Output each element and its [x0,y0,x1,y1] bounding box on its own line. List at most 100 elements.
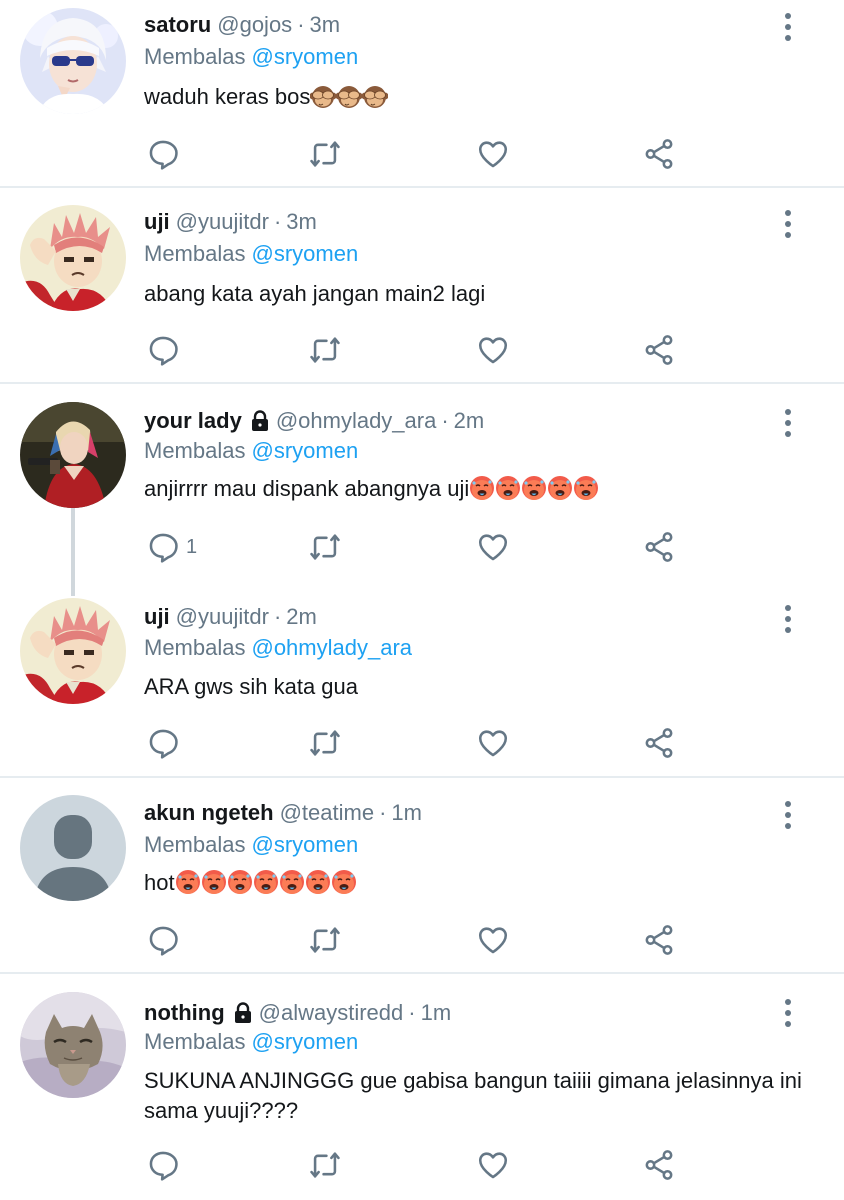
timestamp[interactable]: 2m [286,602,317,632]
tweet-text: waduh keras bos [144,82,804,112]
display-name[interactable]: nothing [144,998,225,1028]
more-vertical-icon[interactable] [776,12,800,42]
display-name[interactable]: uji [144,602,170,632]
display-name[interactable]: akun ngeteh [144,798,274,828]
reply-count: 1 [186,535,198,558]
user-handle[interactable]: @alwaystiredd [259,998,404,1028]
hot-face-emoji [305,870,330,894]
retweet-button[interactable] [308,725,342,761]
like-button[interactable] [476,725,510,761]
share-button[interactable] [642,332,676,368]
like-button[interactable] [476,136,510,172]
see-no-evil-monkey-emoji [336,86,363,108]
more-vertical-icon[interactable] [776,209,800,239]
reply-button[interactable] [146,1147,186,1183]
reply-button[interactable] [146,725,186,761]
like-button[interactable] [476,529,510,565]
tweet-header: uji @yuujitdr · 3m [144,207,317,237]
display-name[interactable]: your lady [144,406,242,436]
mention-link[interactable]: @sryomen [251,44,358,69]
heart-icon [478,534,508,561]
avatar[interactable] [20,598,126,704]
tweet[interactable]: satoru @gojos · 3m Membalas @sryomen wadu… [0,0,844,186]
share-button[interactable] [642,1147,676,1183]
user-handle[interactable]: @gojos [217,10,292,40]
avatar[interactable] [20,992,126,1098]
share-button[interactable] [642,529,676,565]
hot-face-emoji [175,870,200,894]
timestamp[interactable]: 3m [286,207,317,237]
share-button[interactable] [642,922,676,958]
avatar[interactable] [20,402,126,508]
separator: · [297,12,305,37]
replying-to: Membalas @sryomen [144,830,358,860]
share-icon [645,925,673,955]
retweet-button[interactable] [308,922,342,958]
user-handle[interactable]: @ohmylady_ara [276,406,437,436]
avatar[interactable] [20,205,126,311]
user-handle[interactable]: @yuujitdr [176,207,269,237]
tweet-header: akun ngeteh @teatime · 1m [144,798,422,828]
reply-icon [149,1151,178,1181]
avatar[interactable] [20,8,126,114]
separator: · [379,800,387,825]
reply-prefix: Membalas [144,241,246,266]
mention-link[interactable]: @sryomen [251,832,358,857]
timestamp[interactable]: 1m [391,798,422,828]
replying-to: Membalas @sryomen [144,42,358,72]
retweet-button[interactable] [308,332,342,368]
timestamp[interactable]: 2m [454,406,485,436]
tweet[interactable]: your lady @ohmylady_ara · 2m Membalas @sr… [0,384,844,580]
action-bar [0,136,844,172]
reply-button[interactable] [146,136,186,172]
retweet-button[interactable] [308,136,342,172]
user-handle[interactable]: @teatime [280,798,374,828]
tweet-header: uji @yuujitdr · 2m [144,602,317,632]
tweet-text-content: ARA gws sih kata gua [144,674,359,699]
see-no-evil-monkey-emoji [310,86,337,108]
more-vertical-icon[interactable] [776,800,800,830]
share-icon [645,728,673,758]
timestamp[interactable]: 3m [310,10,341,40]
like-button[interactable] [476,332,510,368]
reply-prefix: Membalas [144,438,246,463]
share-icon [645,335,673,365]
reply-icon [149,729,178,759]
hot-face-emoji [522,476,547,500]
like-button[interactable] [476,922,510,958]
heart-icon [478,927,508,954]
avatar[interactable] [20,795,126,901]
mention-link[interactable]: @ohmylady_ara [251,635,412,660]
retweet-button[interactable] [308,529,342,565]
tweet[interactable]: uji @yuujitdr · 2m Membalas @ohmylady_ara… [0,580,844,776]
share-button[interactable] [642,725,676,761]
more-vertical-icon[interactable] [776,998,800,1028]
tweet-text-content: SUKUNA ANJINGGG gue gabisa bangun taiiii… [144,1068,802,1123]
reply-icon [149,336,178,366]
user-handle[interactable]: @yuujitdr [176,602,269,632]
more-vertical-icon[interactable] [776,408,800,438]
tweet[interactable]: akun ngeteh @teatime · 1m Membalas @sryom… [0,778,844,972]
mention-link[interactable]: @sryomen [251,241,358,266]
reply-button[interactable] [146,922,186,958]
emoji-group [469,476,599,501]
like-button[interactable] [476,1147,510,1183]
timestamp[interactable]: 1m [421,998,452,1028]
separator: · [408,1000,416,1025]
separator: · [273,209,282,234]
tweet-text: ARA gws sih kata gua [144,672,804,702]
display-name[interactable]: satoru [144,10,211,40]
display-name[interactable]: uji [144,207,170,237]
reply-button[interactable]: 1 [146,529,197,565]
more-vertical-icon[interactable] [776,604,800,634]
tweet[interactable]: nothing @alwaystiredd · 1m Membalas @sryo… [0,974,844,1200]
mention-link[interactable]: @sryomen [251,1029,358,1054]
mention-link[interactable]: @sryomen [251,438,358,463]
share-button[interactable] [642,136,676,172]
reply-button[interactable] [146,332,186,368]
tweet[interactable]: uji @yuujitdr · 3m Membalas @sryomen aban… [0,188,844,382]
tweet-text: abang kata ayah jangan main2 lagi [144,279,804,309]
action-bar [0,332,844,368]
retweet-button[interactable] [308,1147,342,1183]
lock-icon [234,1002,251,1023]
